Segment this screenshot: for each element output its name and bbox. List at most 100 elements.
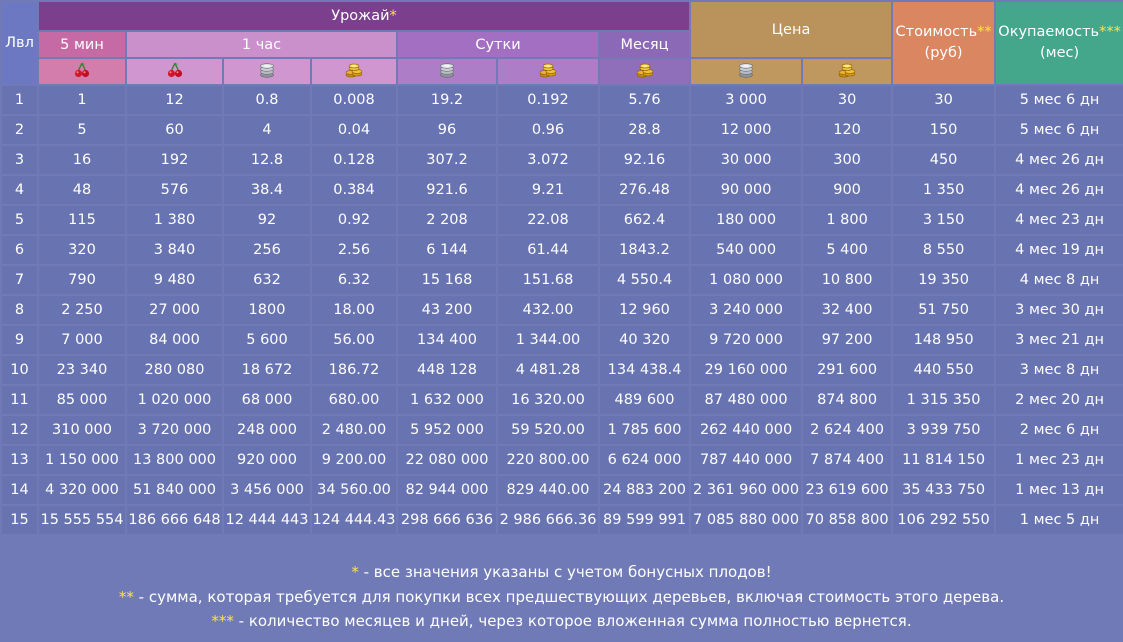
table-cell: 1 315 350 (893, 386, 995, 414)
footnote-stars: * (351, 563, 359, 581)
table-cell: 192 (127, 146, 222, 174)
table-cell: 61.44 (498, 236, 598, 264)
table-cell: 11 814 150 (893, 446, 995, 474)
table-cell: 1 мес 23 дн (996, 446, 1123, 474)
table-cell: 298 666 636 (398, 506, 496, 534)
header-icon-cell (803, 59, 892, 84)
table-cell: 3 мес 21 дн (996, 326, 1123, 354)
table-cell: 3 840 (127, 236, 222, 264)
table-row: 6 320 3 840 256 2.56 6 144 61.44 1843.2 540 000 5… (2, 236, 1123, 264)
table-cell: 1 380 (127, 206, 222, 234)
cost-header: Стоимость** (руб) (893, 2, 995, 84)
table-cell: 874 800 (803, 386, 892, 414)
table-row: 14 4 320 000 51 840 000 3 456 000 34 560.00 8… (2, 476, 1123, 504)
table-cell: 2 986 666.36 (498, 506, 598, 534)
table-cell: 310 000 (39, 416, 125, 444)
table-cell: 2 480.00 (312, 416, 396, 444)
table-cell: 82 944 000 (398, 476, 496, 504)
table-cell: 6 624 000 (600, 446, 690, 474)
table-cell: 32 400 (803, 296, 892, 324)
table-cell: 180 000 (691, 206, 802, 234)
table-cell: 4 320 000 (39, 476, 125, 504)
payback-header-label: Окупаемость (998, 24, 1100, 40)
table-cell: 97 200 (803, 326, 892, 354)
table-cell: 0.8 (224, 86, 310, 114)
table-cell: 0.128 (312, 146, 396, 174)
harvest-table: Лвл Урожай* Цена Стоимость** (руб) Окупае… (0, 0, 1123, 536)
table-cell: 2 624 400 (803, 416, 892, 444)
level-cell: 13 (2, 446, 37, 474)
level-cell: 5 (2, 206, 37, 234)
table-cell: 256 (224, 236, 310, 264)
header-icon-cell (39, 59, 125, 84)
level-cell: 8 (2, 296, 37, 324)
table-cell: 12.8 (224, 146, 310, 174)
table-cell: 60 (127, 116, 222, 144)
level-cell: 2 (2, 116, 37, 144)
table-cell: 3 939 750 (893, 416, 995, 444)
table-cell: 24 883 200 (600, 476, 690, 504)
table-cell: 7 000 (39, 326, 125, 354)
table-cell: 7 874 400 (803, 446, 892, 474)
table-cell: 1 мес 13 дн (996, 476, 1123, 504)
table-cell: 12 000 (691, 116, 802, 144)
table-cell: 1 мес 5 дн (996, 506, 1123, 534)
silver-coins-icon (439, 61, 455, 82)
table-cell: 15 555 554 (39, 506, 125, 534)
table-cell: 40 320 (600, 326, 690, 354)
table-cell: 15 168 (398, 266, 496, 294)
gold-coins-icon (539, 61, 557, 82)
table-cell: 2 208 (398, 206, 496, 234)
table-cell: 220 800.00 (498, 446, 598, 474)
table-cell: 84 000 (127, 326, 222, 354)
table-cell: 13 800 000 (127, 446, 222, 474)
level-cell: 10 (2, 356, 37, 384)
silver-coins-icon (738, 61, 754, 82)
table-cell: 5 (39, 116, 125, 144)
table-cell: 4 мес 8 дн (996, 266, 1123, 294)
table-cell: 291 600 (803, 356, 892, 384)
table-cell: 4 мес 26 дн (996, 176, 1123, 204)
table-cell: 30 (893, 86, 995, 114)
table-cell: 248 000 (224, 416, 310, 444)
table-cell: 3 240 000 (691, 296, 802, 324)
header-icon-cell (600, 59, 690, 84)
table-cell: 2 361 960 000 (691, 476, 802, 504)
table-cell: 18 672 (224, 356, 310, 384)
table-cell: 51 750 (893, 296, 995, 324)
table-cell: 151.68 (498, 266, 598, 294)
level-cell: 3 (2, 146, 37, 174)
footnote-text: - сумма, которая требуется для покупки в… (133, 587, 1005, 606)
table-cell: 3 720 000 (127, 416, 222, 444)
price-header: Цена (691, 2, 892, 57)
table-cell: 4 550.4 (600, 266, 690, 294)
table-cell: 3.072 (498, 146, 598, 174)
harvest-header: Урожай* (39, 2, 690, 30)
table-cell: 106 292 550 (893, 506, 995, 534)
gold-coins-icon (345, 61, 363, 82)
cost-header-label: Стоимость (895, 24, 978, 40)
footnote-3: *** - количество месяцев и дней, через к… (0, 609, 1123, 634)
footnote-stars: ** (118, 587, 134, 606)
gold-coins-icon (636, 61, 654, 82)
table-cell: 5 мес 6 дн (996, 86, 1123, 114)
table-row: 97 000 84 000 5 600 56.00 134 400 1 344.00 40 … (2, 326, 1123, 354)
cherry-icon (74, 62, 90, 82)
table-cell: 51 840 000 (127, 476, 222, 504)
table-row: 15 15 555 554 186 666 648 12 444 443 124 444… (2, 506, 1123, 534)
table-cell: 68 000 (224, 386, 310, 414)
table-cell: 1 344.00 (498, 326, 598, 354)
table-cell: 432.00 (498, 296, 598, 324)
table-cell: 5 600 (224, 326, 310, 354)
table-cell: 30 000 (691, 146, 802, 174)
table-cell: 1 785 600 (600, 416, 690, 444)
table-cell: 0.192 (498, 86, 598, 114)
table-cell: 23 619 600 (803, 476, 892, 504)
silver-coins-icon (259, 61, 275, 82)
period-day: Сутки (398, 32, 598, 57)
table-cell: 1 800 (803, 206, 892, 234)
table-cell: 540 000 (691, 236, 802, 264)
table-cell: 1800 (224, 296, 310, 324)
table-cell: 12 960 (600, 296, 690, 324)
table-cell: 48 (39, 176, 125, 204)
